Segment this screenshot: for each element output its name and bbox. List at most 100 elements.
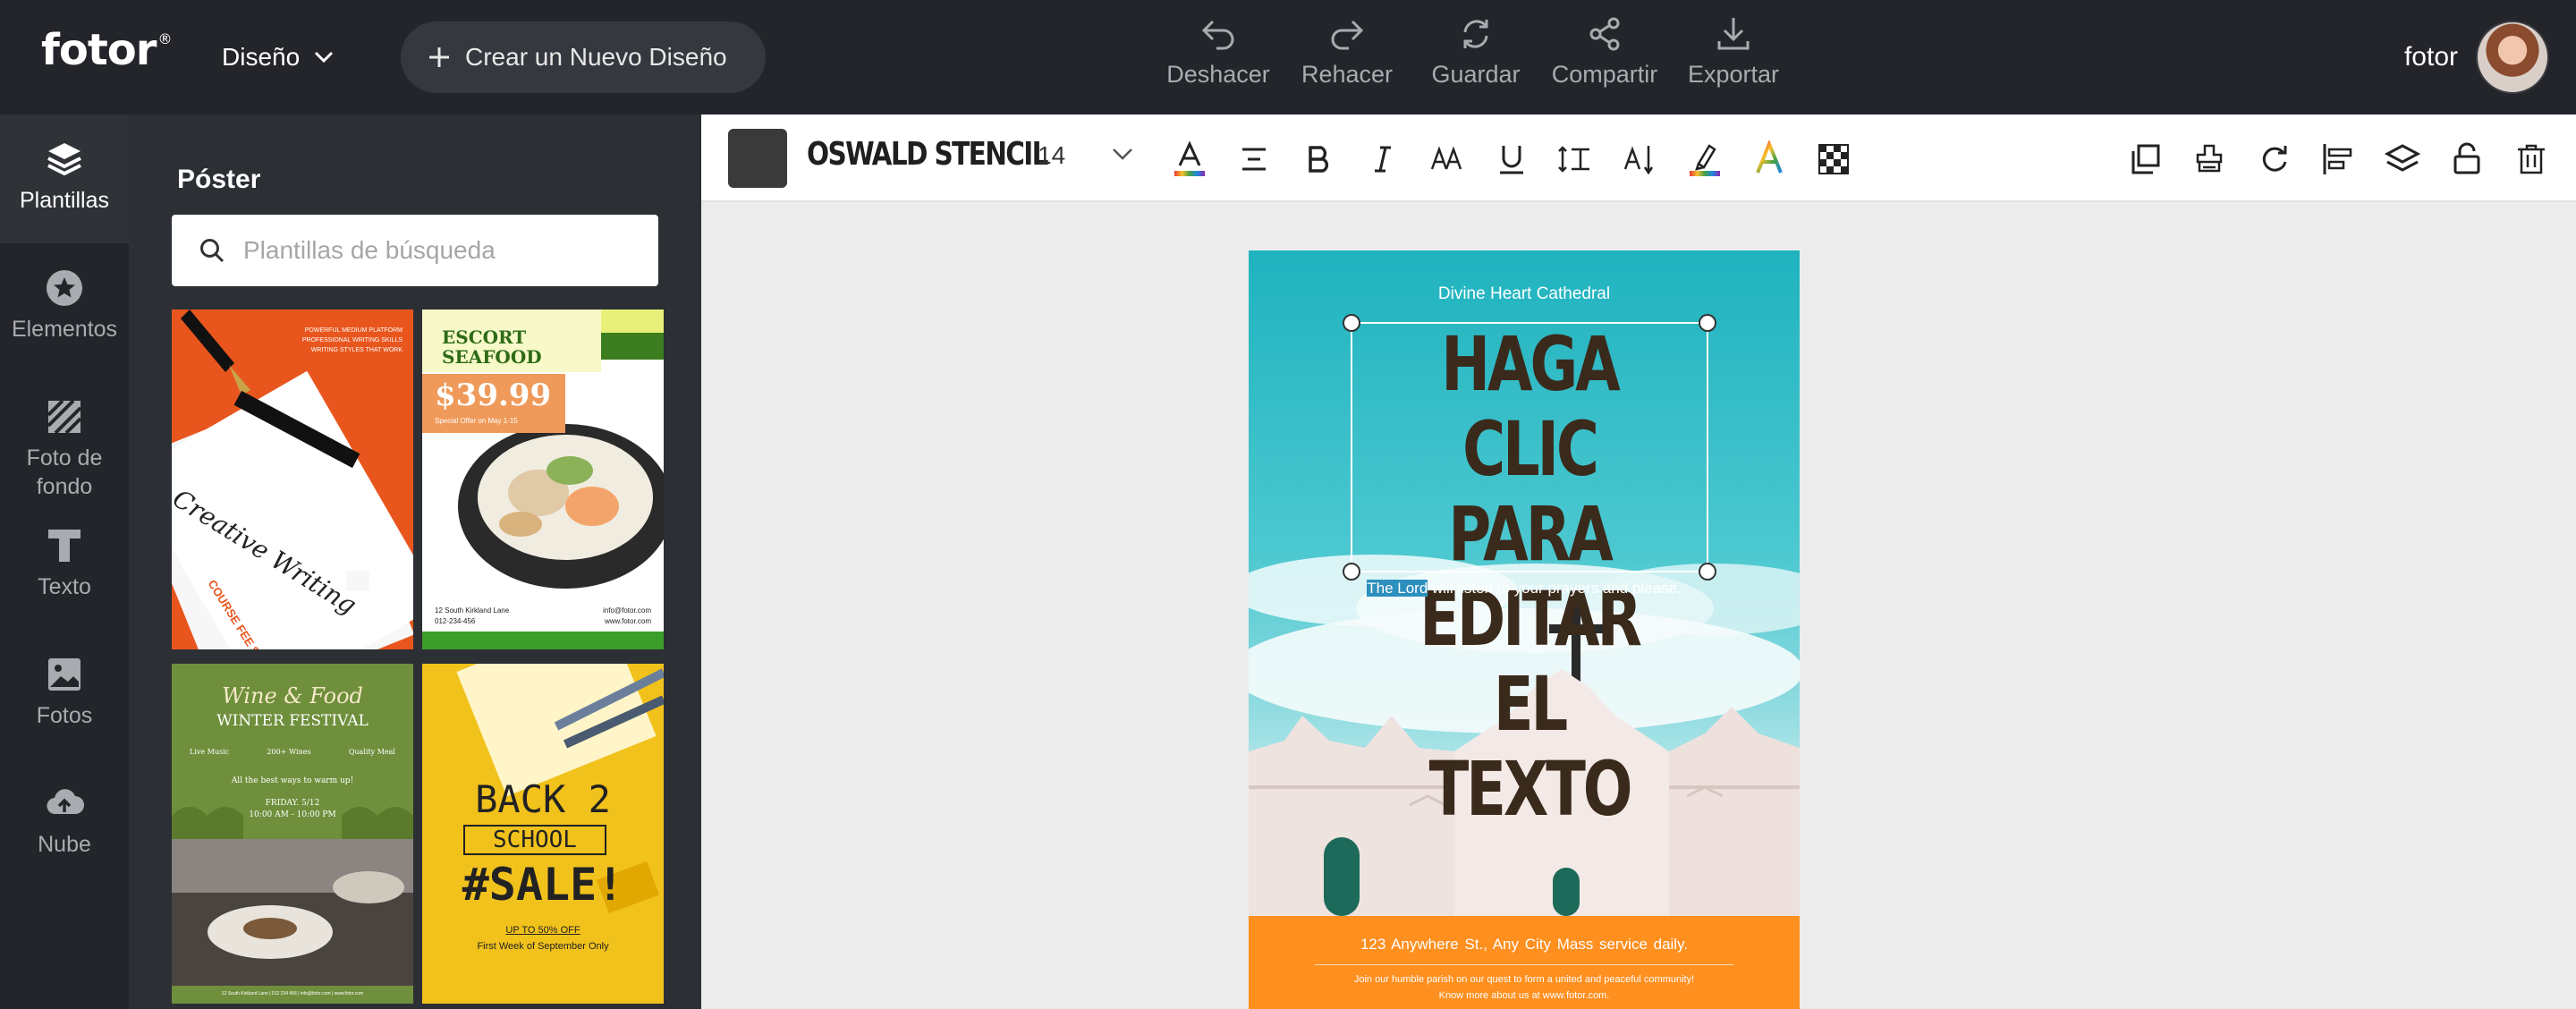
- cw-contact: info@fotor.com 012 3456 7890 FOR MORE IN…: [258, 598, 402, 632]
- text-color-icon: [1174, 140, 1205, 176]
- user-menu[interactable]: fotor: [2404, 20, 2549, 95]
- template-creative-writing[interactable]: POWERFUL MEDIUM PLATFORM PROFESSIONAL WR…: [172, 309, 413, 649]
- footer-address: 123 Anywhere St., Any City Mass service …: [1360, 936, 1689, 953]
- layer-button[interactable]: [2381, 138, 2424, 181]
- align-left-button[interactable]: [2317, 138, 2360, 181]
- wine-date: FRIDAY. 5/12 10:00 AM - 10:00 PM: [249, 799, 336, 819]
- wine-tagline: All the best ways to warm up!: [231, 776, 354, 785]
- save-label: Guardar: [1431, 61, 1521, 88]
- share-label: Compartir: [1551, 61, 1658, 88]
- italic-button[interactable]: [1361, 138, 1404, 181]
- wine-bottom: 12 South Kirkland Lane | 012 234 456 | i…: [221, 991, 364, 996]
- rail-label-text: Texto: [38, 574, 91, 599]
- school-note: First Week of September Only: [477, 941, 609, 952]
- poster-subtitle[interactable]: The Lord will listen to your prayers and…: [1249, 580, 1800, 598]
- username: fotor: [2403, 42, 2458, 72]
- rail-item-text[interactable]: Texto: [0, 501, 129, 630]
- line-spacing-button[interactable]: [1555, 138, 1597, 181]
- undo-button[interactable]: Deshacer: [1154, 14, 1283, 100]
- school-discount: UP TO 50% OFF: [505, 925, 580, 936]
- letter-case-button[interactable]: [1426, 138, 1469, 181]
- save-button[interactable]: Guardar: [1411, 14, 1540, 100]
- italic-icon: [1375, 146, 1391, 173]
- underline-button[interactable]: [1490, 138, 1533, 181]
- rail-item-templates[interactable]: Plantillas: [0, 114, 129, 243]
- cloud-upload-icon: [47, 789, 84, 815]
- top-actions: Deshacer Rehacer Guardar Compartir Expor…: [1154, 14, 1798, 100]
- undo-icon: [1201, 20, 1234, 50]
- template-wine-food[interactable]: Wine & Food WINTER FESTIVAL Live Music 2…: [172, 664, 413, 1004]
- highlight-button[interactable]: [1683, 138, 1726, 181]
- search-input[interactable]: [243, 236, 637, 265]
- poster-canvas[interactable]: Divine Heart Cathedral HAGA CLIC PARA ED…: [1249, 250, 1800, 1009]
- rail-item-elements[interactable]: Elementos: [0, 243, 129, 372]
- background-icon: [47, 399, 82, 435]
- align-icon: [1242, 148, 1266, 171]
- undo-label: Deshacer: [1166, 61, 1270, 88]
- redo-icon: [1331, 20, 1364, 50]
- lock-icon: [2453, 142, 2480, 174]
- headline-line-3: EL TEXTO: [1428, 660, 1633, 833]
- selection-box: [1343, 314, 1716, 581]
- rail-label-background: Foto de fondo: [26, 445, 103, 499]
- delete-button[interactable]: [2510, 138, 2553, 181]
- wine-script: Wine & Food: [222, 683, 363, 708]
- new-design-label: Crear un Nuevo Diseño: [465, 43, 727, 71]
- fotor-logo[interactable]: fotor ®: [41, 25, 172, 75]
- template-search[interactable]: [172, 215, 658, 286]
- redo-button[interactable]: Rehacer: [1283, 14, 1411, 100]
- export-icon: [1717, 18, 1750, 50]
- font-size-chevron-icon[interactable]: [1111, 145, 1134, 163]
- letter-spacing-button[interactable]: [1619, 138, 1662, 181]
- line-spacing-icon: [1558, 146, 1589, 173]
- align-button[interactable]: [1233, 138, 1275, 181]
- rail-item-background[interactable]: Foto de fondo: [0, 372, 129, 501]
- subtitle-highlight: The Lord: [1367, 580, 1428, 597]
- image-icon: [48, 658, 80, 691]
- clone-style-button[interactable]: [2188, 138, 2231, 181]
- rotate-button[interactable]: [2252, 138, 2295, 181]
- lock-button[interactable]: [2445, 138, 2488, 181]
- resize-handle-bottom-left[interactable]: [1343, 563, 1360, 581]
- bold-button[interactable]: [1297, 138, 1340, 181]
- delete-icon: [2518, 144, 2545, 174]
- share-button[interactable]: Compartir: [1540, 14, 1669, 100]
- poster-footer[interactable]: 123 Anywhere St., Any City Mass service …: [1249, 916, 1800, 1009]
- duplicate-button[interactable]: [2123, 138, 2166, 181]
- rail-label-cloud: Nube: [38, 832, 91, 857]
- highlight-icon: [1690, 144, 1720, 176]
- rail-label-elements: Elementos: [11, 317, 118, 342]
- text-gradient-button[interactable]: [1748, 138, 1791, 181]
- template-back-to-school[interactable]: BACK 2 SCHOOL #SALE! UP TO 50% OFF First…: [422, 664, 664, 1004]
- clone-style-icon: [2196, 144, 2223, 173]
- redo-label: Rehacer: [1301, 61, 1394, 88]
- avatar[interactable]: [2476, 21, 2549, 94]
- subtitle-rest: will listen to your prayers and please.: [1428, 580, 1682, 597]
- cw-top-lines: POWERFUL MEDIUM PLATFORM PROFESSIONAL WR…: [301, 327, 402, 353]
- new-design-button[interactable]: Crear un Nuevo Diseño: [401, 21, 766, 93]
- seafood-price-box: $39.99 Special Offer on May 1-15: [422, 374, 565, 433]
- rail-item-photos[interactable]: Fotos: [0, 630, 129, 759]
- align-left-icon: [2323, 144, 2352, 174]
- font-family-select[interactable]: OSWALD STENCIL: [807, 136, 1048, 173]
- font-size-input[interactable]: 14: [1038, 141, 1065, 170]
- save-icon: [1463, 20, 1488, 48]
- footer-text: Join our humble parish on our quest to f…: [1353, 974, 1695, 1001]
- text-color-button[interactable]: [1168, 138, 1211, 181]
- resize-handle-bottom-right[interactable]: [1699, 563, 1716, 581]
- text-color-swatch[interactable]: [728, 129, 787, 188]
- template-escort-seafood[interactable]: ESCORT SEAFOOD $39.99 Special Offer on M…: [422, 309, 664, 649]
- layers-icon: [47, 143, 81, 176]
- resize-handle-top-right[interactable]: [1699, 314, 1716, 332]
- search-icon: [200, 239, 225, 263]
- design-menu[interactable]: Diseño: [222, 39, 334, 75]
- resize-handle-top-left[interactable]: [1343, 314, 1360, 332]
- rotate-icon: [2262, 146, 2287, 172]
- rail-item-cloud[interactable]: Nube: [0, 759, 129, 887]
- export-button[interactable]: Exportar: [1669, 14, 1798, 100]
- poster-header[interactable]: Divine Heart Cathedral: [1249, 284, 1800, 304]
- rail-label-photos: Fotos: [36, 703, 93, 728]
- underline-icon: [1500, 146, 1523, 174]
- transparency-button[interactable]: [1812, 138, 1855, 181]
- text-icon: [48, 530, 80, 562]
